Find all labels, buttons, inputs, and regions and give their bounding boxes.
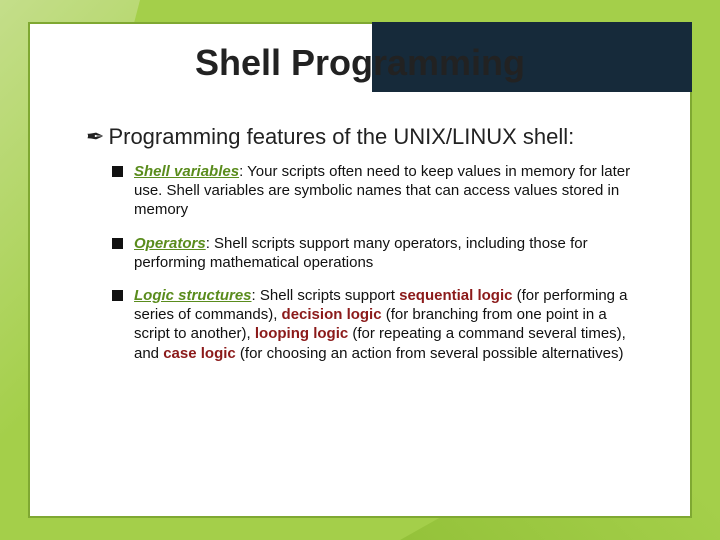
desc-prefix: Shell scripts support xyxy=(260,287,399,304)
list-item: Operators: Shell scripts support many op… xyxy=(112,234,634,272)
sep: : xyxy=(239,163,247,180)
emph-case: case logic xyxy=(163,345,236,362)
term-shell-variables: Shell variables xyxy=(134,163,239,180)
emph-looping: looping logic xyxy=(255,325,348,342)
p4: (for choosing an action from several pos… xyxy=(236,345,624,362)
intro-line: ✒Programming features of the UNIX/LINUX … xyxy=(86,124,634,150)
term-operators: Operators xyxy=(134,235,206,252)
list-item: Logic structures: Shell scripts support … xyxy=(112,286,634,363)
intro-text: Programming features of the UNIX/LINUX s… xyxy=(108,124,574,149)
emph-sequential: sequential logic xyxy=(399,287,512,304)
slide-title: Shell Programming xyxy=(30,24,690,124)
sep: : xyxy=(252,287,260,304)
intro-bullet-icon: ✒ xyxy=(86,124,104,150)
feature-list: Shell variables: Your scripts often need… xyxy=(86,162,634,363)
list-item: Shell variables: Your scripts often need… xyxy=(112,162,634,220)
term-logic-structures: Logic structures xyxy=(134,287,252,304)
sep: : xyxy=(206,235,214,252)
slide-content: ✒Programming features of the UNIX/LINUX … xyxy=(30,124,690,363)
emph-decision: decision logic xyxy=(282,306,382,323)
slide-frame: Shell Programming ✒Programming features … xyxy=(28,22,692,518)
